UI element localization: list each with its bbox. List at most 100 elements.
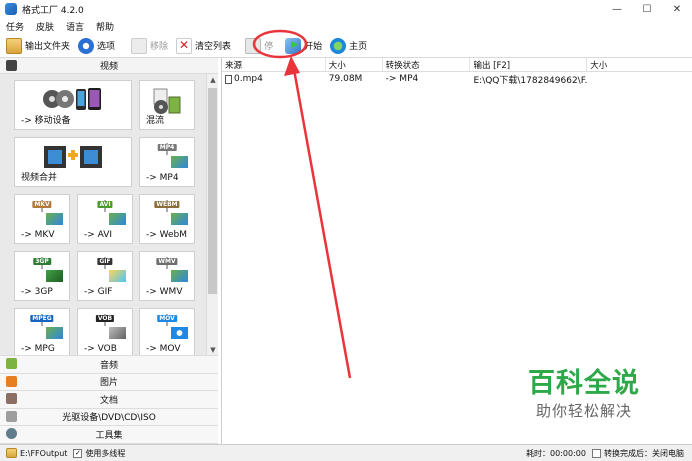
watermark-sub: 助你轻松解决 bbox=[535, 402, 632, 420]
watermark: 百科全说 助你轻松解决 bbox=[514, 368, 654, 422]
column-source[interactable]: 来源 bbox=[222, 58, 326, 71]
category-document[interactable]: 文档 bbox=[0, 391, 218, 409]
category-video-header[interactable]: 视频 bbox=[0, 58, 218, 74]
remove-icon bbox=[131, 37, 148, 54]
category-video-label: 视频 bbox=[99, 62, 118, 72]
tile-gif[interactable]: GIF -> GIF bbox=[77, 251, 133, 301]
cell-output-size bbox=[587, 72, 692, 86]
tile-mkv[interactable]: MKV -> MKV bbox=[14, 194, 70, 244]
tile-video-merge[interactable]: 视频合并 bbox=[14, 137, 132, 187]
picture-icon bbox=[6, 375, 17, 387]
source-filename: 0.mp4 bbox=[234, 74, 263, 84]
output-path[interactable]: E:\FFOutput bbox=[20, 449, 67, 458]
document-icon bbox=[6, 393, 17, 404]
multithread-checkbox[interactable]: ✓ bbox=[73, 448, 83, 458]
tile-label: 混流 bbox=[146, 116, 165, 126]
category-audio[interactable]: 音频 bbox=[0, 356, 218, 374]
start-icon bbox=[285, 37, 302, 54]
tile-label: -> WebM bbox=[146, 230, 188, 240]
scroll-thumb[interactable] bbox=[208, 88, 217, 294]
tile-mobile-device[interactable]: -> 移动设备 bbox=[14, 80, 132, 130]
clear-list-button[interactable]: 清空列表 bbox=[176, 35, 231, 57]
gif-icon: GIF bbox=[97, 257, 126, 282]
stop-button[interactable]: 停 bbox=[245, 35, 273, 57]
home-label: 主页 bbox=[349, 42, 368, 52]
category-label: 文档 bbox=[99, 395, 118, 406]
mkv-icon: MKV bbox=[32, 200, 63, 225]
tile-scrollbar[interactable]: ▲ ▼ bbox=[206, 74, 218, 355]
tile-label: -> AVI bbox=[84, 230, 113, 240]
minimize-button[interactable]: — bbox=[602, 0, 632, 18]
column-output[interactable]: 输出 [F2] bbox=[470, 58, 588, 71]
tile-mpg[interactable]: MPEG -> MPG bbox=[14, 308, 70, 355]
menu-task[interactable]: 任务 bbox=[6, 20, 24, 33]
close-button[interactable]: ✕ bbox=[662, 0, 692, 18]
cell-source: 0.mp4 bbox=[222, 72, 326, 86]
folder-icon bbox=[6, 37, 22, 54]
category-label: 光驱设备\DVD\CD\ISO bbox=[62, 413, 156, 424]
tile-mov[interactable]: MOV -> MOV bbox=[139, 308, 195, 355]
stop-icon bbox=[245, 37, 262, 54]
scroll-down-arrow-icon[interactable]: ▼ bbox=[207, 344, 218, 355]
menu-skin[interactable]: 皮肤 bbox=[36, 20, 54, 33]
home-button[interactable]: 主页 bbox=[330, 35, 367, 57]
vob-icon: VOB bbox=[95, 314, 126, 339]
category-image[interactable]: 图片 bbox=[0, 373, 218, 391]
table-row[interactable]: 0.mp4 79.08M -> MP4 E:\QQ下载\1782849662\F… bbox=[222, 72, 692, 86]
avi-icon: AVI bbox=[97, 200, 126, 225]
task-list-header: 来源 大小 转换状态 输出 [F2] 大小 bbox=[222, 58, 692, 72]
options-button[interactable]: 选项 bbox=[78, 35, 115, 57]
output-folder-button[interactable]: 输出文件夹 bbox=[6, 35, 70, 57]
toolbar: 输出文件夹 选项 移除 清空列表 停 开始 主页 bbox=[0, 34, 692, 58]
tile-mp4[interactable]: MP4 -> MP4 bbox=[139, 137, 195, 187]
remove-label: 移除 bbox=[150, 42, 169, 52]
status-right: 耗时：00:00:00 转换完成后：关闭电脑 bbox=[526, 448, 684, 459]
multithread-label: 使用多线程 bbox=[85, 448, 126, 458]
home-icon bbox=[330, 37, 347, 54]
tile-label: 视频合并 bbox=[21, 173, 58, 183]
tile-label: -> 3GP bbox=[21, 287, 53, 297]
category-list: 音频 图片 文档 光驱设备\DVD\CD\ISO 工具集 bbox=[0, 356, 218, 444]
column-output-size[interactable]: 大小 bbox=[587, 58, 692, 71]
remove-button[interactable]: 移除 bbox=[131, 35, 168, 57]
cell-status: -> MP4 bbox=[385, 74, 419, 84]
tile-label: -> VOB bbox=[84, 344, 117, 354]
music-note-icon bbox=[6, 358, 17, 369]
tile-avi[interactable]: AVI -> AVI bbox=[77, 194, 133, 244]
menu-help[interactable]: 帮助 bbox=[96, 20, 114, 33]
tile-label: -> MKV bbox=[21, 230, 55, 240]
tile-label: -> WMV bbox=[146, 287, 183, 297]
options-icon bbox=[78, 37, 95, 54]
title-bar: 格式工厂 4.2.0 — ☐ ✕ bbox=[0, 0, 692, 18]
after-convert-checkbox[interactable] bbox=[592, 448, 601, 458]
status-left: E:\FFOutput ✓ 使用多线程 bbox=[0, 448, 125, 459]
start-button[interactable]: 开始 bbox=[285, 35, 322, 57]
column-size[interactable]: 大小 bbox=[326, 58, 383, 71]
tile-webm[interactable]: WEBM -> WebM bbox=[139, 194, 195, 244]
video-merge-icon bbox=[42, 144, 104, 173]
column-status[interactable]: 转换状态 bbox=[383, 58, 471, 71]
menu-language[interactable]: 语言 bbox=[66, 20, 84, 33]
tile-label: -> 移动设备 bbox=[21, 116, 71, 126]
tile-wmv[interactable]: WMV -> WMV bbox=[139, 251, 195, 301]
mpg-icon: MPEG bbox=[30, 314, 63, 339]
cell-output: E:\QQ下载\1782849662\F... bbox=[473, 75, 588, 86]
mov-icon: MOV bbox=[157, 314, 188, 339]
clear-list-icon bbox=[176, 37, 193, 54]
folder-icon[interactable] bbox=[6, 448, 17, 458]
maximize-button[interactable]: ☐ bbox=[632, 0, 662, 18]
scroll-up-arrow-icon[interactable]: ▲ bbox=[207, 74, 218, 86]
category-tools[interactable]: 工具集 bbox=[0, 426, 218, 444]
options-label: 选项 bbox=[97, 42, 116, 52]
tile-mux[interactable]: 混流 bbox=[139, 80, 195, 130]
tile-3gp[interactable]: 3GP -> 3GP bbox=[14, 251, 70, 301]
after-convert-label: 转换完成后：关闭电脑 bbox=[604, 448, 684, 458]
category-disc[interactable]: 光驱设备\DVD\CD\ISO bbox=[0, 408, 218, 426]
stop-label: 停 bbox=[264, 42, 274, 52]
tile-label: -> GIF bbox=[84, 287, 113, 297]
cell-size: 79.08M bbox=[328, 74, 363, 84]
tile-label: -> MPG bbox=[21, 344, 55, 354]
window-title: 格式工厂 4.2.0 bbox=[22, 5, 84, 16]
status-bar: E:\FFOutput ✓ 使用多线程 耗时：00:00:00 转换完成后：关闭… bbox=[0, 444, 692, 461]
tile-vob[interactable]: VOB -> VOB bbox=[77, 308, 133, 355]
